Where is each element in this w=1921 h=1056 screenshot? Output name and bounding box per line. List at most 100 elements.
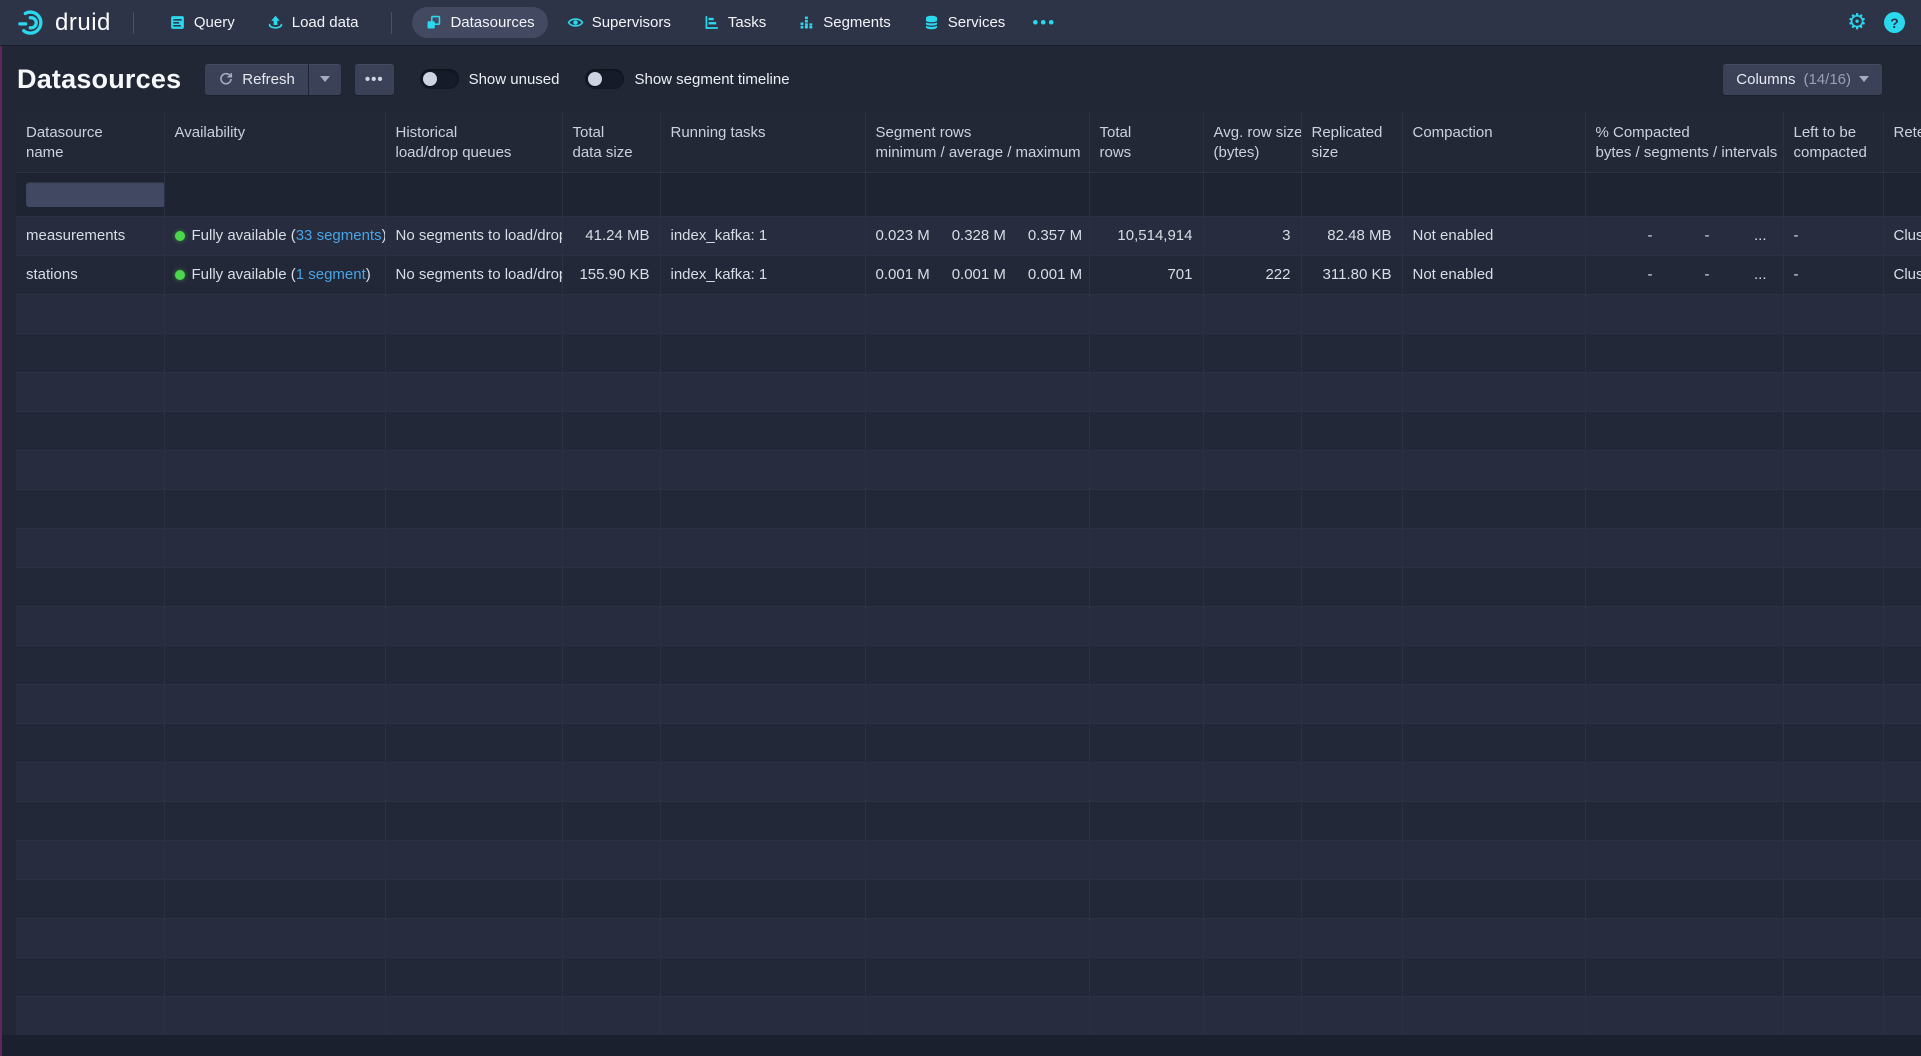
- cell-avg_row_size: 222: [1203, 255, 1301, 294]
- empty-cell: [1585, 528, 1783, 567]
- empty-cell: [385, 411, 562, 450]
- empty-cell: [1301, 489, 1402, 528]
- column-header-load_drop[interactable]: Historicalload/drop queues: [385, 112, 562, 172]
- nav-more-button[interactable]: •••: [1024, 9, 1064, 37]
- more-actions-button[interactable]: •••: [355, 64, 394, 95]
- empty-cell: [660, 528, 865, 567]
- nav-item-label: Segments: [823, 14, 891, 31]
- cell-segment_rows: 0.023 M0.328 M0.357 M: [865, 216, 1089, 255]
- empty-cell: [1883, 606, 1921, 645]
- gear-icon[interactable]: ⚙: [1847, 12, 1867, 34]
- column-header-avg_row_size[interactable]: Avg. row size(bytes): [1203, 112, 1301, 172]
- column-header-replicated_size[interactable]: Replicatedsize: [1301, 112, 1402, 172]
- cell-name: stations: [16, 255, 164, 294]
- page-title: Datasources: [17, 64, 181, 95]
- nav-item-query[interactable]: Query: [156, 7, 248, 38]
- filter-cell-empty: [1203, 172, 1301, 216]
- empty-cell: [865, 567, 1089, 606]
- nav-item-supervisors[interactable]: Supervisors: [554, 7, 684, 38]
- empty-cell: [1402, 333, 1585, 372]
- segments-link[interactable]: 1 segment: [296, 266, 366, 283]
- show-segment-timeline-toggle[interactable]: [585, 69, 624, 89]
- empty-cell: [660, 762, 865, 801]
- empty-cell: [1585, 606, 1783, 645]
- empty-row: [16, 333, 1921, 372]
- help-icon[interactable]: ?: [1884, 12, 1905, 33]
- column-header-total_rows[interactable]: Totalrows: [1089, 112, 1203, 172]
- empty-cell: [385, 567, 562, 606]
- empty-cell: [1585, 684, 1783, 723]
- empty-cell: [164, 723, 385, 762]
- show-unused-toggle[interactable]: [420, 69, 459, 89]
- column-header-total_data_size[interactable]: Totaldata size: [562, 112, 660, 172]
- refresh-interval-dropdown-button[interactable]: [309, 64, 341, 95]
- empty-row: [16, 723, 1921, 762]
- table-row-stations[interactable]: stationsFully available (1 segment)No se…: [16, 255, 1921, 294]
- empty-cell: [865, 372, 1089, 411]
- empty-cell: [1089, 801, 1203, 840]
- column-header-availability[interactable]: Availability: [164, 112, 385, 172]
- column-header-running_tasks[interactable]: Running tasks: [660, 112, 865, 172]
- cell-load_drop: No segments to load/drop: [385, 255, 562, 294]
- empty-cell: [164, 567, 385, 606]
- empty-cell: [385, 762, 562, 801]
- empty-row: [16, 879, 1921, 918]
- empty-cell: [1883, 762, 1921, 801]
- refresh-icon: [218, 71, 234, 87]
- empty-cell: [1783, 489, 1883, 528]
- columns-dropdown-button[interactable]: Columns (14/16): [1723, 64, 1882, 95]
- nav-item-segments[interactable]: Segments: [785, 7, 904, 38]
- empty-row: [16, 606, 1921, 645]
- empty-cell: [16, 294, 164, 333]
- empty-cell: [1585, 879, 1783, 918]
- segments-link[interactable]: 33 segments: [296, 227, 382, 244]
- column-header-compaction[interactable]: Compaction: [1402, 112, 1585, 172]
- druid-logo[interactable]: druid: [16, 8, 111, 38]
- empty-cell: [16, 489, 164, 528]
- column-header-retention[interactable]: Retention: [1883, 112, 1921, 172]
- column-header-left_to_be_compacted[interactable]: Left to becompacted: [1783, 112, 1883, 172]
- empty-cell: [16, 333, 164, 372]
- empty-cell: [1402, 957, 1585, 996]
- empty-cell: [865, 801, 1089, 840]
- empty-cell: [865, 450, 1089, 489]
- empty-cell: [1089, 606, 1203, 645]
- empty-cell: [1783, 372, 1883, 411]
- empty-cell: [1089, 294, 1203, 333]
- cell-replicated_size: 82.48 MB: [1301, 216, 1402, 255]
- empty-cell: [1585, 957, 1783, 996]
- filter-cell-empty: [1301, 172, 1402, 216]
- filter-cell-empty: [1585, 172, 1783, 216]
- nav-item-datasources[interactable]: Datasources: [412, 7, 547, 38]
- empty-cell: [562, 723, 660, 762]
- empty-cell: [1203, 411, 1301, 450]
- column-header-pct_compacted[interactable]: % Compactedbytes / segments / intervals: [1585, 112, 1783, 172]
- empty-cell: [1203, 489, 1301, 528]
- empty-row: [16, 762, 1921, 801]
- empty-cell: [1301, 801, 1402, 840]
- empty-cell: [1089, 684, 1203, 723]
- filter-cell-empty: [164, 172, 385, 216]
- empty-cell: [562, 957, 660, 996]
- datasource-name-filter-input[interactable]: [26, 182, 164, 207]
- empty-cell: [562, 879, 660, 918]
- empty-cell: [865, 840, 1089, 879]
- column-header-name[interactable]: Datasourcename: [16, 112, 164, 172]
- empty-cell: [1783, 762, 1883, 801]
- empty-cell: [1203, 840, 1301, 879]
- empty-cell: [1089, 918, 1203, 957]
- empty-cell: [385, 606, 562, 645]
- nav-item-services[interactable]: Services: [910, 7, 1019, 38]
- column-header-segment_rows[interactable]: Segment rowsminimum / average / maximum: [865, 112, 1089, 172]
- nav-item-tasks[interactable]: Tasks: [690, 7, 779, 38]
- table-row-measurements[interactable]: measurementsFully available (33 segments…: [16, 216, 1921, 255]
- empty-cell: [1301, 567, 1402, 606]
- empty-cell: [1883, 840, 1921, 879]
- empty-cell: [562, 567, 660, 606]
- column-header-line2: size: [1312, 143, 1392, 163]
- empty-row: [16, 567, 1921, 606]
- empty-cell: [1301, 957, 1402, 996]
- refresh-button[interactable]: Refresh: [205, 64, 308, 95]
- empty-cell: [16, 645, 164, 684]
- nav-item-load-data[interactable]: Load data: [254, 7, 372, 38]
